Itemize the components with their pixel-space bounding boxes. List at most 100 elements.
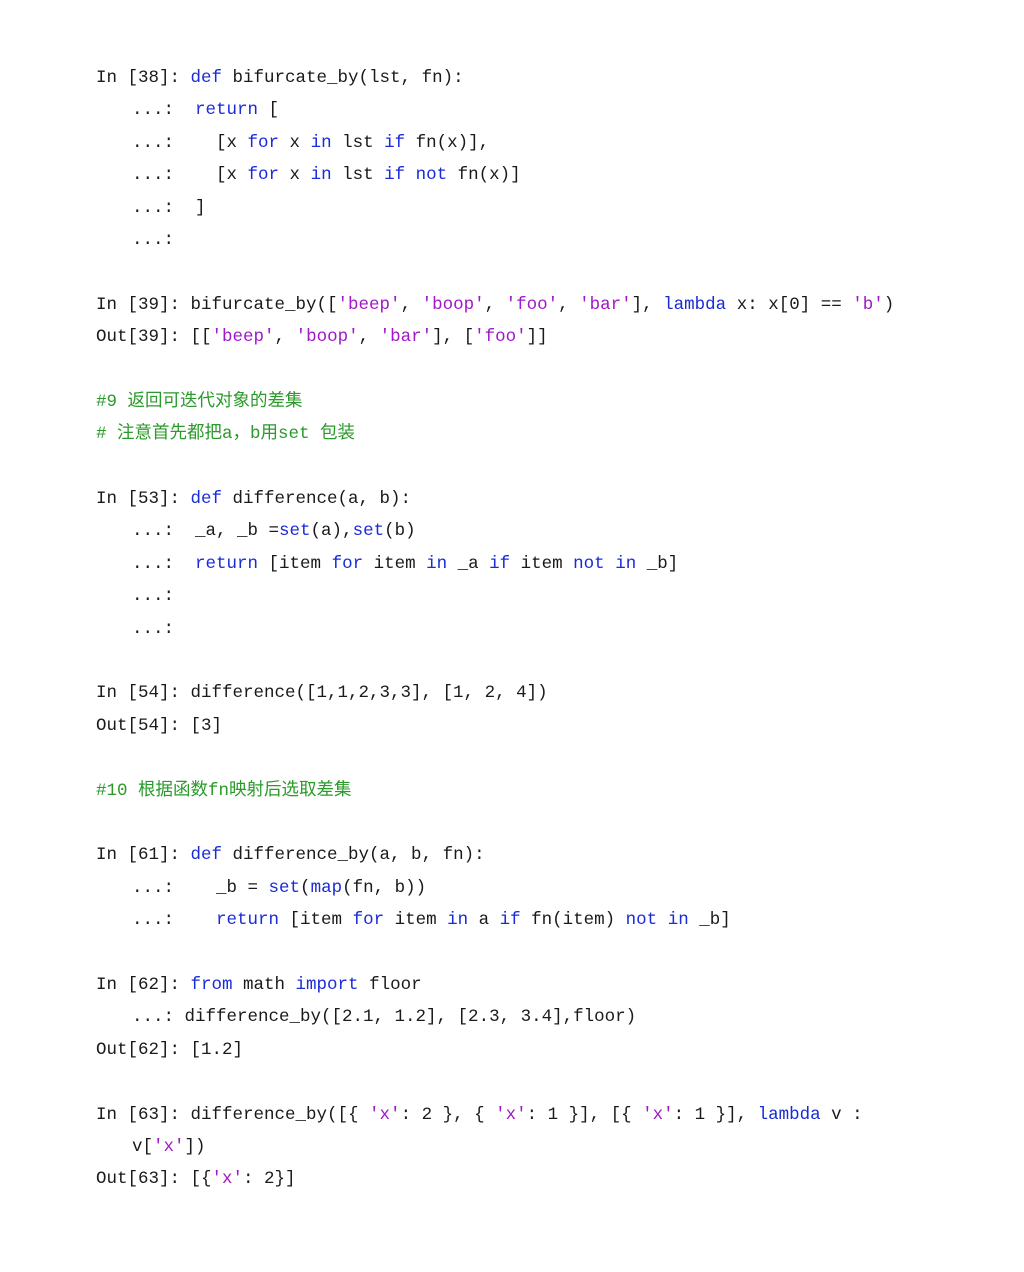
code-line: Out[63]: [{'x': 2}] — [96, 1163, 956, 1195]
prompt-label: Out[39]: — [96, 327, 191, 348]
code-line: ...: return [item for item in a if fn(it… — [96, 904, 956, 936]
continuation-prompt: ...: — [132, 586, 185, 607]
keyword-token: return — [195, 553, 259, 574]
prompt-label: In [61]: — [96, 845, 191, 866]
code-line: ...: [x for x in lst if not fn(x)] — [96, 159, 956, 191]
continuation-prompt: ...: — [132, 165, 185, 186]
code-line: ...: difference_by([2.1, 1.2], [2.3, 3.4… — [96, 1001, 956, 1033]
prompt-label: In [54]: — [96, 683, 191, 704]
string-token: 'foo' — [505, 294, 559, 315]
code-text: [item — [279, 910, 353, 931]
code-line: ...: ] — [96, 192, 956, 224]
code-text: fn(item) — [520, 910, 626, 931]
code-line: # 注意首先都把a，b用set 包装 — [96, 418, 956, 450]
keyword-token: not — [573, 553, 605, 574]
code-text: , — [358, 327, 380, 348]
code-text: _b] — [636, 553, 679, 574]
code-line: Out[54]: [3] — [96, 710, 956, 742]
keyword-token: if — [384, 165, 406, 186]
prompt-label: Out[63]: — [96, 1169, 191, 1190]
code-line: #9 返回可迭代对象的差集 — [96, 386, 956, 418]
keyword-token: not — [625, 910, 658, 931]
code-text: ]) — [184, 1136, 206, 1157]
keyword-token: not — [415, 165, 448, 186]
code-line: ...: [x for x in lst if fn(x)], — [96, 127, 956, 159]
code-line: In [39]: bifurcate_by(['beep', 'boop', '… — [96, 289, 956, 321]
code-line: ...: return [item for item in _a if item… — [96, 548, 956, 580]
string-token: 'x' — [642, 1104, 674, 1125]
code-text: , — [558, 294, 580, 315]
string-token: 'x' — [153, 1136, 185, 1157]
keyword-token: def — [190, 845, 223, 866]
cell-in63: In [63]: difference_by([{ 'x': 2 }, { 'x… — [96, 1099, 956, 1196]
prompt-label: In [62]: — [96, 974, 191, 995]
keyword-token: for — [247, 165, 280, 186]
code-text: : 1 }], — [673, 1104, 758, 1125]
keyword-token: set — [279, 521, 311, 542]
keyword-token: if — [499, 910, 521, 931]
code-line: In [38]: def bifurcate_by(lst, fn): — [96, 62, 956, 94]
code-text: _a — [447, 553, 490, 574]
code-text: floor — [358, 974, 422, 995]
code-text: _a, _b = — [184, 521, 280, 542]
code-line: ...: return [ — [96, 94, 956, 126]
code-text: _b] — [688, 910, 731, 931]
code-line: ...: — [96, 613, 956, 645]
keyword-token: for — [352, 910, 385, 931]
code-text: item — [384, 910, 448, 931]
code-text: [x — [184, 132, 248, 153]
comment-text: # 注意首先都把a，b用set 包装 — [96, 424, 356, 445]
code-text: [x — [184, 165, 248, 186]
cell-in61: In [61]: def difference_by(a, b, fn):...… — [96, 839, 956, 936]
code-text: v[ — [132, 1136, 154, 1157]
code-text: [item — [258, 553, 332, 574]
code-line: In [62]: from math import floor — [96, 969, 956, 1001]
code-text: bifurcate_by([ — [190, 294, 338, 315]
keyword-token: return — [216, 910, 280, 931]
code-text: , — [484, 294, 506, 315]
string-token: 'foo' — [474, 327, 527, 348]
keyword-token: def — [190, 68, 223, 88]
keyword-token: def — [190, 489, 223, 510]
code-text: difference([1,1,2,3,3], [1, 2, 4]) — [190, 683, 548, 704]
cell-comment9: #9 返回可迭代对象的差集 # 注意首先都把a，b用set 包装 — [96, 386, 956, 451]
string-token: 'boop' — [295, 327, 359, 348]
code-text: (fn, b)) — [342, 877, 427, 898]
string-token: 'boop' — [421, 294, 485, 315]
code-text: : 2}] — [243, 1169, 296, 1190]
code-text: , — [274, 327, 296, 348]
code-text: math — [232, 974, 296, 995]
keyword-token: if — [384, 132, 406, 153]
code-text: (b) — [384, 521, 416, 542]
code-line: In [53]: def difference(a, b): — [96, 483, 956, 515]
keyword-token: if — [489, 553, 511, 574]
keyword-token: in — [667, 910, 689, 931]
code-text: lst — [331, 165, 385, 186]
keyword-token: in — [426, 553, 448, 574]
code-text: ]] — [526, 327, 548, 348]
keyword-token: in — [310, 165, 332, 186]
code-text: difference_by([2.1, 1.2], [2.3, 3.4],flo… — [184, 1007, 637, 1028]
continuation-prompt: ...: — [132, 877, 185, 898]
comment-text: #10 根据函数fn映射后选取差集 — [96, 780, 352, 801]
string-token: 'bar' — [379, 327, 433, 348]
continuation-prompt: ...: — [132, 553, 185, 574]
continuation-prompt: ...: — [132, 910, 185, 931]
keyword-token: from — [190, 974, 233, 995]
prompt-label: In [39]: — [96, 294, 191, 315]
code-line: In [63]: difference_by([{ 'x': 2 }, { 'x… — [96, 1099, 956, 1131]
code-text: a — [468, 910, 500, 931]
code-text: fn(x)] — [447, 165, 521, 186]
continuation-prompt: ...: — [132, 100, 185, 121]
code-text: lst — [331, 132, 385, 153]
code-text: : 2 }, { — [400, 1104, 496, 1125]
continuation-prompt: ...: — [132, 1007, 185, 1028]
continuation-prompt: ...: — [132, 229, 185, 250]
code-text: bifurcate_by(lst, fn): — [222, 68, 464, 88]
